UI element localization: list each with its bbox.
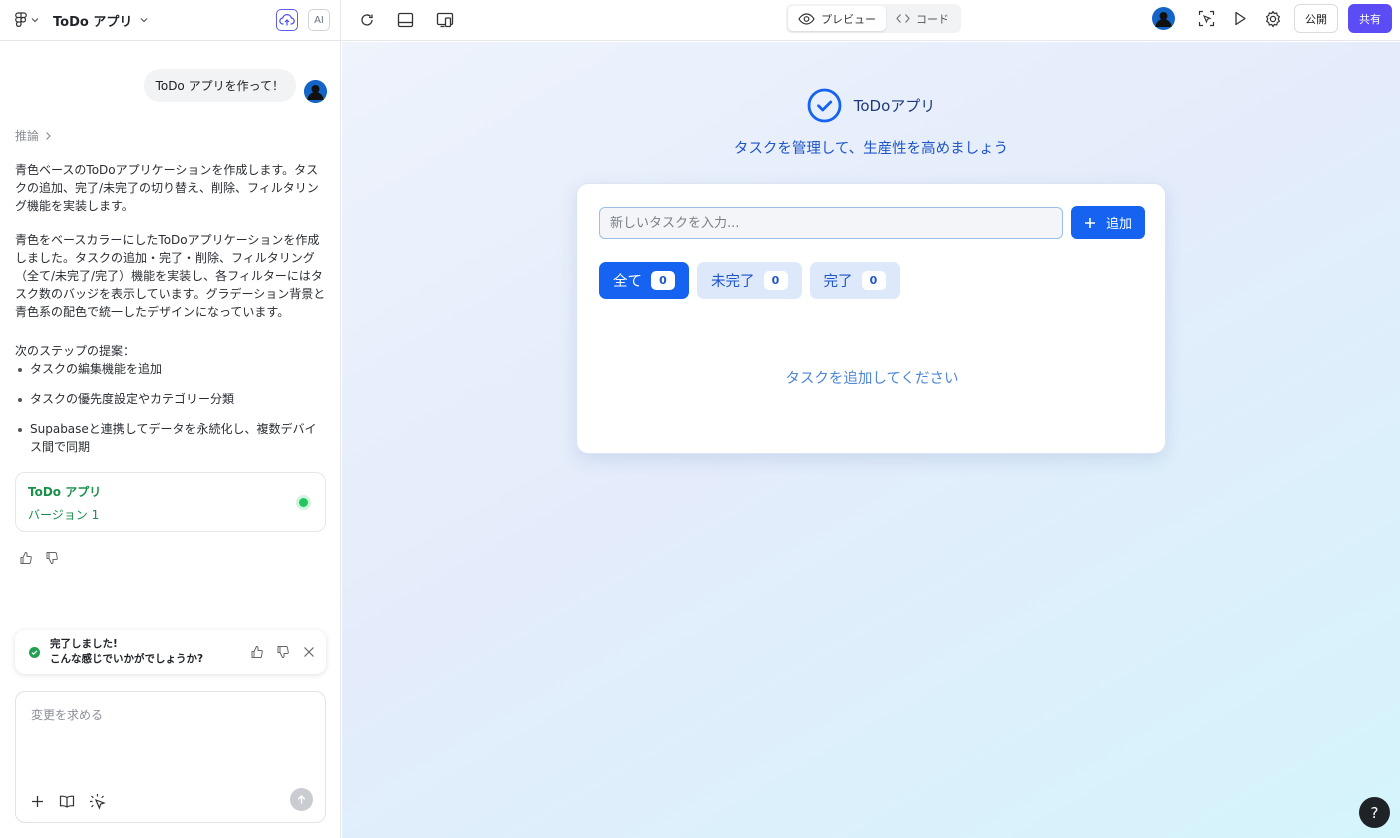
panel-bottom-icon (397, 12, 414, 28)
toast-message: 完了しました! こんな感じでいかがでしょうか? (50, 637, 203, 667)
send-button[interactable] (290, 788, 313, 811)
close-icon[interactable] (302, 645, 316, 659)
chevron-right-icon (46, 131, 51, 140)
completion-toast: 完了しました! こんな感じでいかがでしょうか? (15, 630, 326, 674)
project-title-dropdown[interactable]: ToDo アプリ (53, 11, 148, 30)
plus-icon[interactable] (30, 794, 45, 809)
reasoning-toggle[interactable]: 推論 (15, 127, 53, 144)
next-steps-list: タスクの編集機能を追加 タスクの優先度設定やカテゴリー分類 Supabaseと連… (15, 360, 327, 468)
toggle-panel-button[interactable] (394, 9, 417, 32)
filter-tabs: 全て 0 未完了 0 完了 0 (599, 262, 900, 299)
list-item: Supabaseと連携してデータを永続化し、複数デバイス間で同期 (15, 420, 327, 456)
tab-preview[interactable]: プレビュー (788, 6, 886, 31)
add-task-label: 追加 (1105, 217, 1132, 232)
filter-active-button[interactable]: 未完了 0 (697, 262, 802, 299)
refresh-icon (360, 14, 373, 26)
code-icon (896, 14, 910, 23)
view-mode-toggle: プレビュー コード (786, 4, 961, 33)
responsive-view-button[interactable] (433, 9, 456, 32)
arrow-up-icon (297, 795, 306, 804)
version-card[interactable]: ToDo アプリ バージョン 1 (15, 472, 326, 532)
assistant-paragraph: 青色をベースカラーにしたToDoアプリケーションを作成しました。タスクの追加・完… (15, 233, 326, 319)
person-icon (1152, 7, 1175, 30)
tab-code[interactable]: コード (886, 6, 959, 31)
empty-state-message: タスクを追加してください (785, 371, 959, 387)
next-steps-title: 次のステップの提案： (15, 344, 136, 358)
figma-logo-icon (15, 12, 27, 27)
project-title: ToDo アプリ (53, 14, 133, 30)
todo-card: 追加 全て 0 未完了 0 完了 0 タスクを追加してください (576, 183, 1166, 454)
count-badge: 0 (763, 271, 788, 290)
ai-label: AI (314, 14, 324, 26)
thumbs-up-icon[interactable] (250, 645, 264, 659)
toast-line-1: 完了しました! (50, 638, 118, 650)
share-button[interactable]: 共有 (1348, 4, 1392, 33)
preview-toolbar: プレビュー コード 公開 共有 (341, 0, 1400, 41)
filter-label: 未完了 (711, 274, 755, 290)
new-task-input[interactable] (599, 207, 1063, 239)
ai-button[interactable]: AI (308, 9, 330, 31)
check-circle-icon (807, 88, 842, 123)
inspect-button[interactable] (1195, 7, 1218, 30)
count-badge: 0 (651, 271, 675, 290)
refresh-button[interactable] (355, 9, 378, 32)
app-logo-menu[interactable] (14, 12, 39, 28)
user-avatar[interactable] (304, 80, 327, 103)
version-card-title: ToDo アプリ (28, 485, 102, 499)
change-request-input[interactable] (16, 692, 325, 772)
toast-line-2: こんな感じでいかがでしょうか? (50, 653, 204, 665)
page-title: ToDoアプリ (853, 97, 936, 115)
filter-completed-button[interactable]: 完了 0 (809, 262, 900, 299)
tab-code-label: コード (916, 12, 949, 26)
status-dot (299, 498, 308, 507)
publish-button[interactable]: 公開 (1294, 4, 1338, 33)
book-icon[interactable] (59, 794, 75, 809)
chat-sidebar: ToDo アプリ AI ToDo アプリを作って！ 推論 青色ベースのToDoア… (0, 0, 341, 838)
list-item: タスクの優先度設定やカテゴリー分類 (15, 390, 327, 408)
count-badge: 0 (861, 271, 886, 290)
user-avatar[interactable] (1152, 7, 1175, 30)
cloud-upload-button[interactable] (276, 9, 298, 31)
plus-icon (1084, 217, 1095, 228)
chevron-down-icon (31, 18, 39, 23)
sidebar-header: ToDo アプリ AI (0, 0, 340, 41)
devices-icon (436, 12, 453, 28)
play-icon (1234, 11, 1246, 26)
scan-icon (1198, 10, 1215, 27)
message-feedback (19, 551, 59, 565)
check-circle-icon (29, 646, 40, 658)
tab-preview-label: プレビュー (821, 12, 876, 26)
add-task-button[interactable]: 追加 (1071, 206, 1145, 239)
run-button[interactable] (1228, 7, 1251, 30)
filter-all-button[interactable]: 全て 0 (599, 262, 689, 299)
user-message-row: ToDo アプリを作って！ (0, 68, 341, 103)
thumbs-down-icon[interactable] (45, 551, 59, 565)
chevron-down-icon (140, 18, 148, 23)
filter-label: 完了 (823, 274, 853, 290)
thumbs-down-icon[interactable] (276, 645, 290, 659)
version-label: バージョン 1 (28, 508, 100, 522)
help-button[interactable]: ? (1359, 797, 1390, 828)
reasoning-label: 推論 (15, 129, 40, 143)
eye-icon (798, 12, 815, 25)
select-element-icon[interactable] (89, 793, 106, 810)
assistant-paragraph: 青色ベースのToDoアプリケーションを作成します。タスクの追加、完了/未完了の切… (15, 163, 319, 213)
cloud-upload-icon (279, 14, 295, 26)
list-item: タスクの編集機能を追加 (15, 360, 327, 378)
thumbs-up-icon[interactable] (19, 551, 33, 565)
person-icon (304, 80, 327, 103)
gear-icon (1265, 10, 1280, 27)
user-message: ToDo アプリを作って！ (143, 69, 296, 102)
chat-composer (15, 691, 326, 823)
filter-label: 全て (613, 274, 642, 290)
app-header: ToDoアプリ タスクを管理して、生産性を高めましょう (342, 88, 1400, 158)
app-preview: ToDoアプリ タスクを管理して、生産性を高めましょう 追加 全て 0 未完了 … (342, 42, 1400, 838)
page-subtitle: タスクを管理して、生産性を高めましょう (733, 141, 1009, 157)
settings-button[interactable] (1261, 7, 1284, 30)
